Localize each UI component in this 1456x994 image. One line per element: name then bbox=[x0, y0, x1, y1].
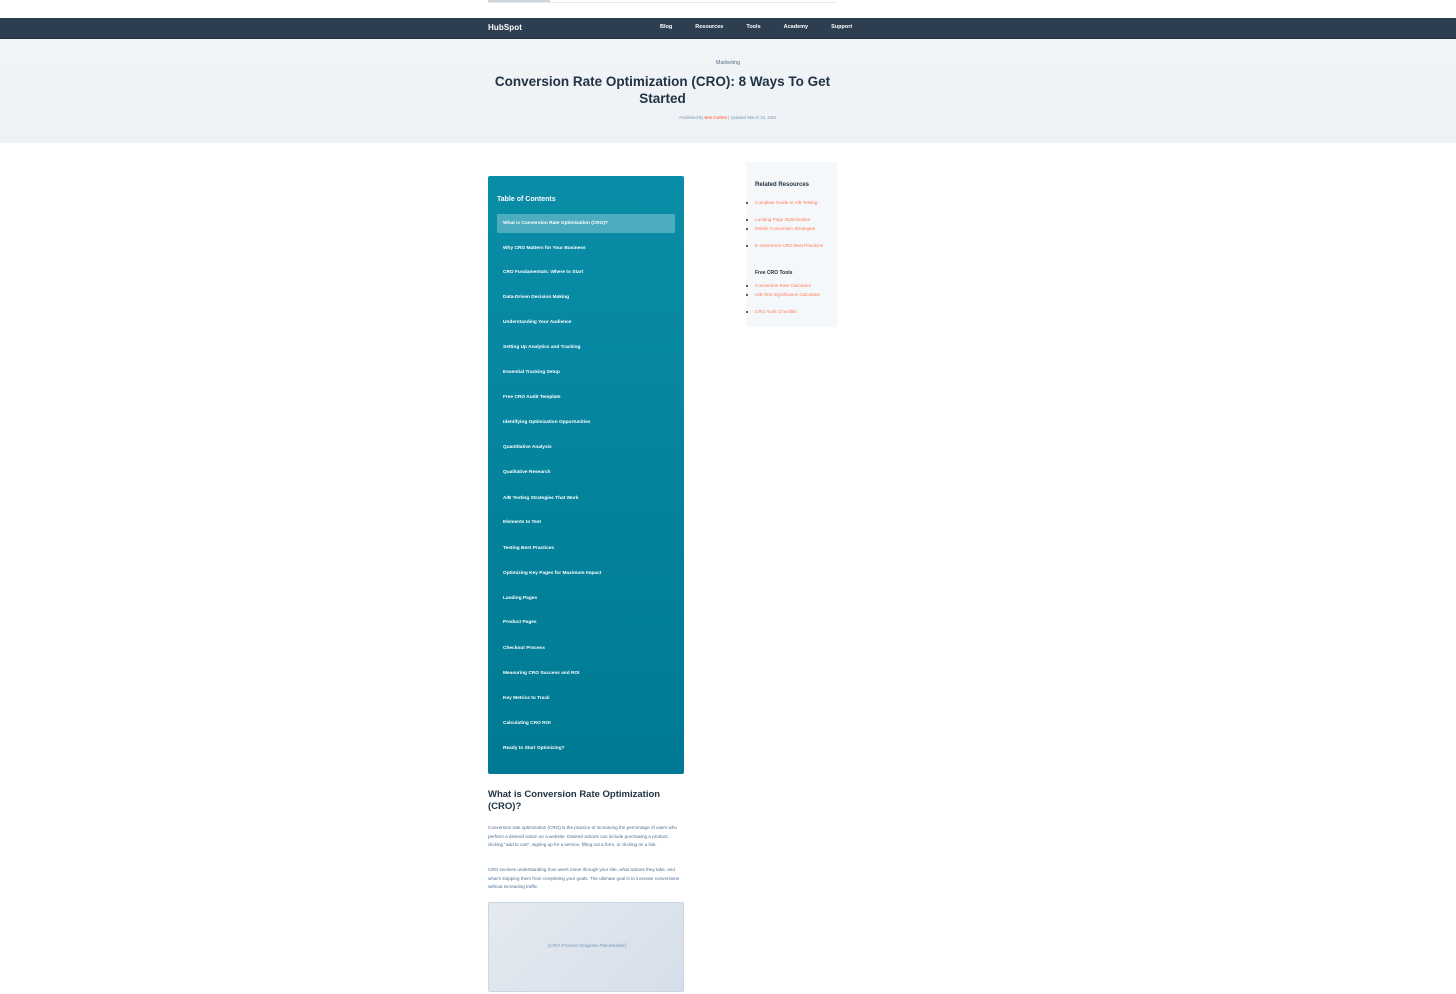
article-paragraph-2: CRO involves understanding how users mov… bbox=[488, 867, 680, 889]
tool-link[interactable]: A/B Test Significance Calculator bbox=[746, 291, 830, 299]
top-divider bbox=[488, 2, 837, 3]
toc-item[interactable]: Testing Best Practices bbox=[497, 539, 675, 558]
toc-title: Table of Contents bbox=[497, 196, 556, 203]
tool-link-label[interactable]: Conversion Rate Calculator bbox=[755, 283, 811, 288]
toc-item[interactable]: Quantitative Analysis bbox=[497, 438, 675, 457]
hubspot-logo[interactable]: HubSpot bbox=[488, 23, 522, 32]
updated-date: | Updated March 15, 2024 bbox=[727, 115, 777, 120]
toc-item[interactable]: CRO Fundamentals: Where to Start bbox=[497, 263, 675, 282]
toc-item[interactable]: Qualitative Research bbox=[497, 463, 675, 482]
toc-item[interactable]: Ready to Start Optimizing? bbox=[497, 739, 675, 758]
bullet-dot bbox=[746, 228, 748, 230]
top-tab-indicator bbox=[488, 0, 550, 2]
nav-link-academy[interactable]: Academy bbox=[784, 24, 808, 30]
bullet-dot bbox=[746, 311, 748, 313]
toc-item[interactable]: Elements to Test bbox=[497, 513, 675, 532]
related-link-label[interactable]: Landing Page Optimization bbox=[755, 217, 810, 222]
tool-link[interactable]: CRO Audit Checklist bbox=[746, 308, 830, 316]
nav-link-support[interactable]: Support bbox=[831, 24, 852, 30]
toc-item[interactable]: Measuring CRO Success and ROI bbox=[497, 664, 675, 683]
cro-diagram-placeholder: [CRO Process Diagram Placeholder] bbox=[488, 902, 684, 992]
bullet-dot bbox=[746, 245, 748, 247]
nav-link-resources[interactable]: Resources bbox=[695, 24, 723, 30]
published-prefix: Published by bbox=[679, 115, 705, 120]
toc-item[interactable]: Understanding Your Audience bbox=[497, 313, 675, 332]
nav-link-tools[interactable]: Tools bbox=[746, 24, 760, 30]
toc-item[interactable]: Essential Tracking Setup bbox=[497, 363, 675, 382]
related-link-label[interactable]: Complete Guide to A/B Testing bbox=[755, 200, 817, 205]
toc-item[interactable]: What is Conversion Rate Optimization (CR… bbox=[497, 214, 675, 233]
site-navbar: HubSpot Blog Resources Tools Academy Sup… bbox=[0, 18, 1456, 39]
nav-link-blog[interactable]: Blog bbox=[660, 24, 672, 30]
related-link-label[interactable]: Mobile Conversion Strategies bbox=[755, 226, 815, 231]
toc-item[interactable]: Checkout Process bbox=[497, 639, 675, 658]
toc-item[interactable]: Setting Up Analytics and Tracking bbox=[497, 338, 675, 357]
tool-link[interactable]: Conversion Rate Calculator bbox=[746, 282, 830, 290]
browser-top-strip bbox=[0, 0, 1456, 18]
related-sidebar: Related Resources Complete Guide to A/B … bbox=[746, 162, 837, 327]
table-of-contents: Table of Contents What is Conversion Rat… bbox=[488, 176, 684, 774]
article-category[interactable]: Marketing bbox=[0, 60, 1456, 66]
bullet-dot bbox=[746, 285, 748, 287]
diagram-placeholder-label: [CRO Process Diagram Placeholder] bbox=[547, 944, 627, 949]
section-heading: What is Conversion Rate Optimization (CR… bbox=[488, 789, 661, 812]
nav-links: Blog Resources Tools Academy Support bbox=[660, 24, 875, 30]
toc-item[interactable]: Data-Driven Decision Making bbox=[497, 288, 675, 307]
article-paragraph-1: Conversion rate optimization (CRO) is th… bbox=[488, 825, 677, 847]
related-link[interactable]: Complete Guide to A/B Testing bbox=[746, 199, 830, 207]
bullet-dot bbox=[746, 202, 748, 204]
related-link-label[interactable]: E-commerce CRO Best Practices bbox=[755, 243, 823, 248]
related-link[interactable]: E-commerce CRO Best Practices bbox=[746, 242, 830, 250]
related-link[interactable]: Mobile Conversion Strategies bbox=[746, 225, 830, 233]
tool-link-label[interactable]: A/B Test Significance Calculator bbox=[755, 292, 820, 297]
article-hero: Marketing Conversion Rate Optimization (… bbox=[0, 39, 1456, 143]
related-link[interactable]: Landing Page Optimization bbox=[746, 216, 830, 224]
tool-link-label[interactable]: CRO Audit Checklist bbox=[755, 309, 797, 314]
toc-item[interactable]: A/B Testing Strategies That Work bbox=[497, 489, 675, 508]
toc-item[interactable]: Optimizing Key Pages for Maximum Impact bbox=[497, 564, 675, 583]
toc-item[interactable]: Product Pages bbox=[497, 613, 675, 632]
article-title: Conversion Rate Optimization (CRO): 8 Wa… bbox=[494, 74, 831, 106]
bullet-dot bbox=[746, 294, 748, 296]
toc-item[interactable]: Free CRO Audit Template bbox=[497, 388, 675, 407]
toc-item[interactable]: Landing Pages bbox=[497, 589, 675, 608]
article-meta: Published by Ben Cotton | Updated March … bbox=[0, 115, 1456, 120]
bullet-dot bbox=[746, 219, 748, 221]
author-link[interactable]: Ben Cotton bbox=[705, 115, 728, 120]
related-resources-heading: Related Resources bbox=[755, 182, 810, 188]
toc-item[interactable]: Key Metrics to Track bbox=[497, 689, 675, 708]
toc-item[interactable]: Calculating CRO ROI bbox=[497, 714, 675, 733]
free-tools-heading: Free CRO Tools bbox=[755, 270, 793, 276]
toc-item[interactable]: Identifying Optimization Opportunities bbox=[497, 413, 675, 432]
toc-item[interactable]: Why CRO Matters for Your Business bbox=[497, 239, 675, 258]
